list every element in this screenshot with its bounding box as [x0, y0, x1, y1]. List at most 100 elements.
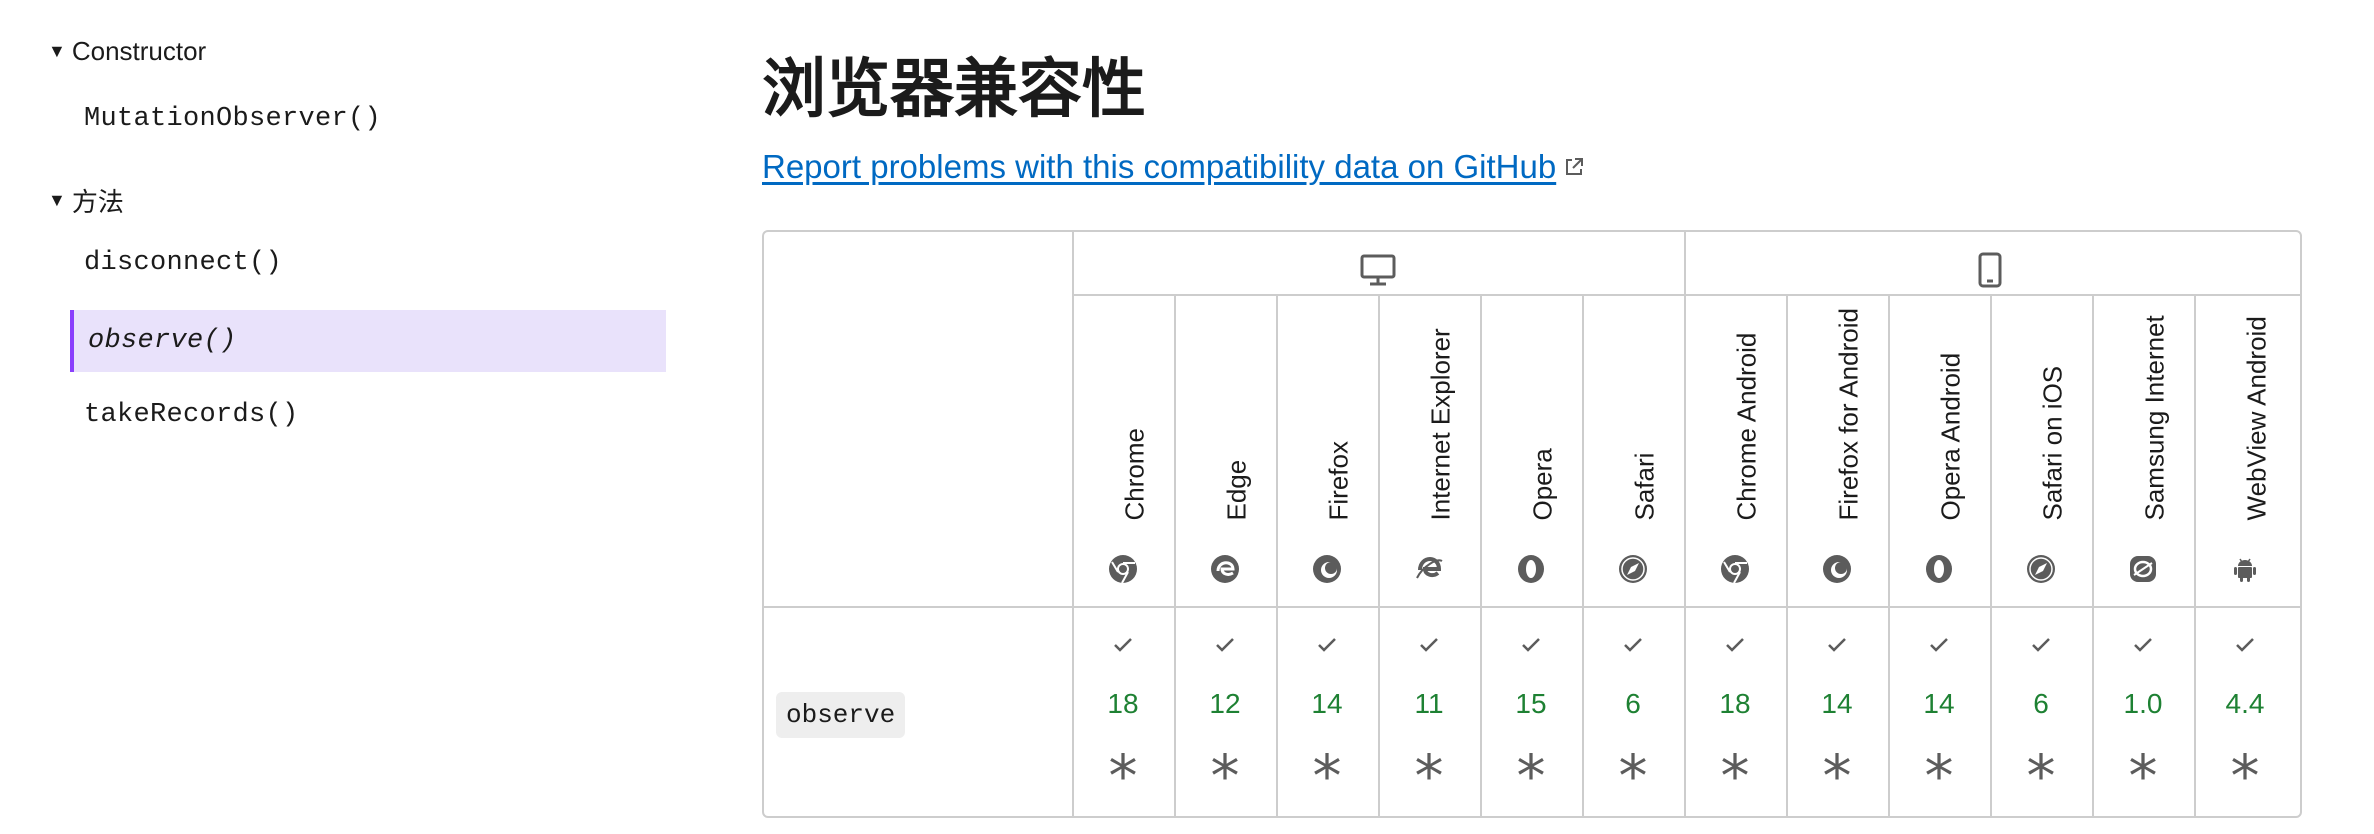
- browser-name: Opera Android: [1935, 352, 1966, 521]
- browser-name: Samsung Internet: [2139, 315, 2170, 521]
- support-cell[interactable]: 4.4 *: [2194, 608, 2296, 816]
- feature-name[interactable]: observe: [776, 692, 906, 738]
- check-icon: [1624, 638, 1642, 652]
- safari-icon: [1619, 555, 1647, 583]
- asterisk-note-icon: *: [1414, 742, 1444, 810]
- sidebar-section-constructor[interactable]: ▼ Constructor: [48, 36, 206, 67]
- sidebar-section-methods[interactable]: ▼ 方法: [48, 182, 124, 219]
- firefox-icon: [1313, 555, 1341, 583]
- browser-header: Chrome: [1072, 296, 1174, 604]
- sidebar-item-mutationobserver[interactable]: MutationObserver(): [84, 104, 381, 134]
- check-icon: [2236, 638, 2254, 652]
- version-added: 18: [1107, 688, 1139, 719]
- asterisk-note-icon: *: [1720, 742, 1750, 810]
- desktop-icon: [1360, 254, 1396, 286]
- check-icon: [1114, 638, 1132, 652]
- check-icon: [1420, 638, 1438, 652]
- browser-name: Edge: [1221, 459, 1252, 521]
- browser-name: Chrome Android: [1731, 332, 1762, 521]
- browser-header: Firefox for Android: [1786, 296, 1888, 604]
- version-added: 4.4: [2225, 688, 2265, 719]
- browser-header: Safari: [1582, 296, 1684, 604]
- version-added: 15: [1515, 688, 1547, 719]
- browser-header: Edge: [1174, 296, 1276, 604]
- support-cell[interactable]: 12 *: [1174, 608, 1276, 816]
- check-icon: [1318, 638, 1336, 652]
- sidebar-section-title: Constructor: [71, 36, 207, 66]
- asterisk-note-icon: *: [2026, 742, 2056, 810]
- asterisk-note-icon: *: [1618, 742, 1648, 810]
- browser-header: Samsung Internet: [2092, 296, 2194, 604]
- browser-name: Firefox for Android: [1833, 308, 1864, 521]
- triangle-down-icon: ▼: [48, 41, 66, 61]
- browser-name: Opera: [1527, 448, 1558, 521]
- browser-header: WebView Android: [2194, 296, 2296, 604]
- support-cell[interactable]: 15 *: [1480, 608, 1582, 816]
- support-cell[interactable]: 6 *: [1990, 608, 2092, 816]
- opera-icon: [1518, 555, 1544, 583]
- support-cell[interactable]: 6 *: [1582, 608, 1684, 816]
- browser-name: Firefox: [1323, 441, 1354, 521]
- version-added: 6: [2033, 688, 2049, 719]
- asterisk-note-icon: *: [1108, 742, 1138, 810]
- sidebar-item-disconnect[interactable]: disconnect(): [84, 248, 282, 278]
- compat-table: observe Chrome 18 * Edge 12 * Firefox 14 * Intern…: [762, 230, 2302, 818]
- check-icon: [1216, 638, 1234, 652]
- version-added: 14: [1821, 688, 1853, 719]
- samsung-internet-icon: [2130, 556, 2156, 582]
- asterisk-note-icon: *: [1312, 742, 1342, 810]
- support-cell[interactable]: 1.0 *: [2092, 608, 2194, 816]
- browser-header: Opera: [1480, 296, 1582, 604]
- browser-header: Safari on iOS: [1990, 296, 2092, 604]
- browser-name: WebView Android: [2241, 316, 2272, 521]
- support-cell[interactable]: 14 *: [1888, 608, 1990, 816]
- browser-name: Internet Explorer: [1425, 328, 1456, 521]
- firefox-icon: [1823, 555, 1851, 583]
- asterisk-note-icon: *: [1210, 742, 1240, 810]
- sidebar-section-title: 方法: [71, 187, 124, 217]
- support-cell[interactable]: 11 *: [1378, 608, 1480, 816]
- grid-line: [1684, 232, 1686, 296]
- page-title: 浏览器兼容性: [762, 53, 1146, 127]
- asterisk-note-icon: *: [2230, 742, 2260, 810]
- asterisk-note-icon: *: [1822, 742, 1852, 810]
- support-cell[interactable]: 14 *: [1786, 608, 1888, 816]
- chrome-icon: [1721, 555, 1749, 584]
- version-added: 12: [1209, 688, 1241, 719]
- version-added: 14: [1923, 688, 1955, 719]
- android-icon: [2234, 558, 2256, 582]
- mobile-icon: [1978, 252, 2002, 288]
- external-link-icon: [1566, 158, 1584, 175]
- check-icon: [1726, 638, 1744, 652]
- browser-name: Safari on iOS: [2037, 365, 2068, 521]
- check-icon: [1930, 638, 1948, 652]
- report-problems-link[interactable]: Report problems with this compatibility …: [762, 148, 1584, 186]
- asterisk-note-icon: *: [1924, 742, 1954, 810]
- check-icon: [2032, 638, 2050, 652]
- edge-icon: [1211, 555, 1239, 583]
- browser-header: Firefox: [1276, 296, 1378, 604]
- support-cell[interactable]: 14 *: [1276, 608, 1378, 816]
- support-cell[interactable]: 18 *: [1072, 608, 1174, 816]
- asterisk-note-icon: *: [2128, 742, 2158, 810]
- version-added: 6: [1625, 688, 1641, 719]
- opera-icon: [1926, 555, 1952, 583]
- check-icon: [2134, 638, 2152, 652]
- browser-header: Opera Android: [1888, 296, 1990, 604]
- chrome-icon: [1109, 555, 1137, 584]
- version-added: 18: [1719, 688, 1751, 719]
- safari-icon: [2027, 555, 2055, 583]
- triangle-down-icon: ▼: [48, 190, 66, 210]
- version-added: 14: [1311, 688, 1343, 719]
- sidebar-item-takerecords[interactable]: takeRecords(): [84, 400, 299, 430]
- browser-header: Chrome Android: [1684, 296, 1786, 604]
- asterisk-note-icon: *: [1516, 742, 1546, 810]
- support-cell[interactable]: 18 *: [1684, 608, 1786, 816]
- report-link-text: Report problems with this compatibility …: [762, 148, 1557, 185]
- sidebar: ▼ Constructor MutationObserver() ▼ 方法 di…: [0, 0, 680, 834]
- internet-explorer-icon: [1416, 556, 1443, 579]
- browser-name: Safari: [1629, 452, 1660, 521]
- version-added: 1.0: [2123, 688, 2163, 719]
- sidebar-item-observe[interactable]: observe(): [70, 310, 666, 372]
- check-icon: [1522, 638, 1540, 652]
